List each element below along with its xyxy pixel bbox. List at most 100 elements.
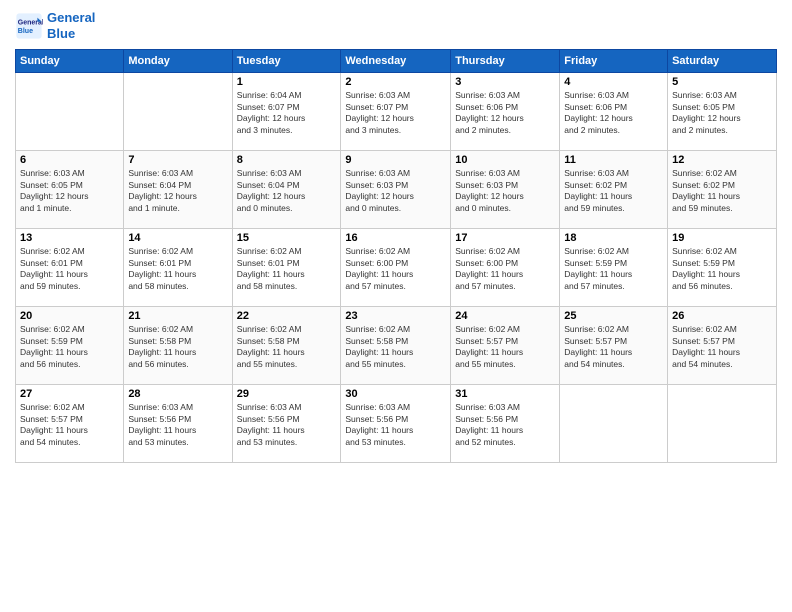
day-info: Sunrise: 6:02 AMSunset: 5:57 PMDaylight:… <box>20 402 119 448</box>
day-number: 6 <box>20 154 119 166</box>
day-number: 5 <box>672 76 772 88</box>
calendar-cell: 27 Sunrise: 6:02 AMSunset: 5:57 PMDayligh… <box>16 385 124 463</box>
calendar-cell: 29Sunrise: 6:03 AMSunset: 5:56 PMDayligh… <box>232 385 341 463</box>
day-number: 24 <box>455 310 555 322</box>
day-number: 2 <box>345 76 446 88</box>
calendar-cell <box>124 73 232 151</box>
day-info: Sunrise: 6:02 AMSunset: 6:01 PMDaylight:… <box>128 246 227 292</box>
day-number: 26 <box>672 310 772 322</box>
calendar-cell: 26Sunrise: 6:02 AMSunset: 5:57 PMDayligh… <box>668 307 777 385</box>
weekday-header-monday: Monday <box>124 50 232 73</box>
day-info: Sunrise: 6:02 AMSunset: 5:57 PMDaylight:… <box>455 324 555 370</box>
day-info: Sunrise: 6:02 AMSunset: 6:00 PMDaylight:… <box>345 246 446 292</box>
day-number: 31 <box>455 388 555 400</box>
calendar-cell <box>668 385 777 463</box>
day-number: 8 <box>237 154 337 166</box>
day-info: Sunrise: 6:02 AMSunset: 5:57 PMDaylight:… <box>564 324 663 370</box>
day-number: 10 <box>455 154 555 166</box>
day-number: 16 <box>345 232 446 244</box>
day-info: Sunrise: 6:02 AMSunset: 5:58 PMDaylight:… <box>128 324 227 370</box>
calendar-cell: 19 Sunrise: 6:02 AMSunset: 5:59 PMDayligh… <box>668 229 777 307</box>
page-container: General Blue General Blue SundayMondayTu… <box>0 0 792 473</box>
calendar-cell <box>560 385 668 463</box>
day-number: 27 <box>20 388 119 400</box>
calendar-week-5: 27 Sunrise: 6:02 AMSunset: 5:57 PMDayligh… <box>16 385 777 463</box>
header: General Blue General Blue <box>15 10 777 41</box>
weekday-header-thursday: Thursday <box>451 50 560 73</box>
day-number: 18 <box>564 232 663 244</box>
day-number: 23 <box>345 310 446 322</box>
day-number: 25 <box>564 310 663 322</box>
svg-text:Blue: Blue <box>18 28 33 35</box>
weekday-header-wednesday: Wednesday <box>341 50 451 73</box>
logo-icon: General Blue <box>15 12 43 40</box>
calendar-week-1: 1 Sunrise: 6:04 AMSunset: 6:07 PMDaylight… <box>16 73 777 151</box>
calendar-cell: 21 Sunrise: 6:02 AMSunset: 5:58 PMDayligh… <box>124 307 232 385</box>
day-number: 30 <box>345 388 446 400</box>
calendar-cell: 5 Sunrise: 6:03 AMSunset: 6:05 PMDaylight… <box>668 73 777 151</box>
day-info: Sunrise: 6:03 AMSunset: 6:05 PMDaylight:… <box>672 90 772 136</box>
calendar-cell: 15 Sunrise: 6:02 AMSunset: 6:01 PMDayligh… <box>232 229 341 307</box>
calendar-cell: 10 Sunrise: 6:03 AMSunset: 6:03 PMDayligh… <box>451 151 560 229</box>
day-info: Sunrise: 6:03 AMSunset: 5:56 PMDaylight:… <box>455 402 555 448</box>
calendar-cell: 22 Sunrise: 6:02 AMSunset: 5:58 PMDayligh… <box>232 307 341 385</box>
day-number: 13 <box>20 232 119 244</box>
day-info: Sunrise: 6:03 AMSunset: 6:05 PMDaylight:… <box>20 168 119 214</box>
day-number: 1 <box>237 76 337 88</box>
day-info: Sunrise: 6:02 AMSunset: 5:59 PMDaylight:… <box>564 246 663 292</box>
day-number: 14 <box>128 232 227 244</box>
calendar-cell: 4Sunrise: 6:03 AMSunset: 6:06 PMDaylight… <box>560 73 668 151</box>
day-number: 28 <box>128 388 227 400</box>
day-number: 3 <box>455 76 555 88</box>
day-info: Sunrise: 6:03 AMSunset: 6:07 PMDaylight:… <box>345 90 446 136</box>
day-info: Sunrise: 6:03 AMSunset: 5:56 PMDaylight:… <box>345 402 446 448</box>
day-number: 9 <box>345 154 446 166</box>
calendar-cell: 20 Sunrise: 6:02 AMSunset: 5:59 PMDayligh… <box>16 307 124 385</box>
calendar-cell: 28Sunrise: 6:03 AMSunset: 5:56 PMDayligh… <box>124 385 232 463</box>
day-info: Sunrise: 6:04 AMSunset: 6:07 PMDaylight:… <box>237 90 337 136</box>
day-info: Sunrise: 6:03 AMSunset: 6:04 PMDaylight:… <box>128 168 227 214</box>
day-number: 11 <box>564 154 663 166</box>
calendar-cell: 2 Sunrise: 6:03 AMSunset: 6:07 PMDaylight… <box>341 73 451 151</box>
day-info: Sunrise: 6:03 AMSunset: 6:03 PMDaylight:… <box>345 168 446 214</box>
calendar-week-4: 20 Sunrise: 6:02 AMSunset: 5:59 PMDayligh… <box>16 307 777 385</box>
calendar-cell <box>16 73 124 151</box>
day-number: 29 <box>237 388 337 400</box>
calendar-cell: 30 Sunrise: 6:03 AMSunset: 5:56 PMDayligh… <box>341 385 451 463</box>
day-number: 20 <box>20 310 119 322</box>
day-info: Sunrise: 6:02 AMSunset: 6:00 PMDaylight:… <box>455 246 555 292</box>
calendar-cell: 11Sunrise: 6:03 AMSunset: 6:02 PMDayligh… <box>560 151 668 229</box>
calendar-cell: 16 Sunrise: 6:02 AMSunset: 6:00 PMDayligh… <box>341 229 451 307</box>
day-number: 22 <box>237 310 337 322</box>
day-info: Sunrise: 6:02 AMSunset: 6:02 PMDaylight:… <box>672 168 772 214</box>
calendar-cell: 18 Sunrise: 6:02 AMSunset: 5:59 PMDayligh… <box>560 229 668 307</box>
calendar-week-2: 6 Sunrise: 6:03 AMSunset: 6:05 PMDaylight… <box>16 151 777 229</box>
calendar-cell: 14 Sunrise: 6:02 AMSunset: 6:01 PMDayligh… <box>124 229 232 307</box>
day-info: Sunrise: 6:02 AMSunset: 5:58 PMDaylight:… <box>237 324 337 370</box>
weekday-header-friday: Friday <box>560 50 668 73</box>
calendar-cell: 25 Sunrise: 6:02 AMSunset: 5:57 PMDayligh… <box>560 307 668 385</box>
calendar-cell: 24 Sunrise: 6:02 AMSunset: 5:57 PMDayligh… <box>451 307 560 385</box>
calendar-table: SundayMondayTuesdayWednesdayThursdayFrid… <box>15 49 777 463</box>
calendar-cell: 13 Sunrise: 6:02 AMSunset: 6:01 PMDayligh… <box>16 229 124 307</box>
day-number: 19 <box>672 232 772 244</box>
calendar-week-3: 13 Sunrise: 6:02 AMSunset: 6:01 PMDayligh… <box>16 229 777 307</box>
day-info: Sunrise: 6:03 AMSunset: 6:03 PMDaylight:… <box>455 168 555 214</box>
day-number: 21 <box>128 310 227 322</box>
weekday-header-sunday: Sunday <box>16 50 124 73</box>
calendar-cell: 9 Sunrise: 6:03 AMSunset: 6:03 PMDaylight… <box>341 151 451 229</box>
day-info: Sunrise: 6:03 AMSunset: 6:04 PMDaylight:… <box>237 168 337 214</box>
day-number: 15 <box>237 232 337 244</box>
day-info: Sunrise: 6:02 AMSunset: 6:01 PMDaylight:… <box>237 246 337 292</box>
day-number: 17 <box>455 232 555 244</box>
calendar-cell: 12Sunrise: 6:02 AMSunset: 6:02 PMDayligh… <box>668 151 777 229</box>
day-info: Sunrise: 6:02 AMSunset: 5:59 PMDaylight:… <box>20 324 119 370</box>
calendar-cell: 3 Sunrise: 6:03 AMSunset: 6:06 PMDaylight… <box>451 73 560 151</box>
day-info: Sunrise: 6:03 AMSunset: 6:06 PMDaylight:… <box>564 90 663 136</box>
day-info: Sunrise: 6:02 AMSunset: 5:59 PMDaylight:… <box>672 246 772 292</box>
calendar-cell: 6 Sunrise: 6:03 AMSunset: 6:05 PMDaylight… <box>16 151 124 229</box>
calendar-cell: 8 Sunrise: 6:03 AMSunset: 6:04 PMDaylight… <box>232 151 341 229</box>
day-info: Sunrise: 6:02 AMSunset: 6:01 PMDaylight:… <box>20 246 119 292</box>
weekday-header-saturday: Saturday <box>668 50 777 73</box>
day-info: Sunrise: 6:03 AMSunset: 6:06 PMDaylight:… <box>455 90 555 136</box>
